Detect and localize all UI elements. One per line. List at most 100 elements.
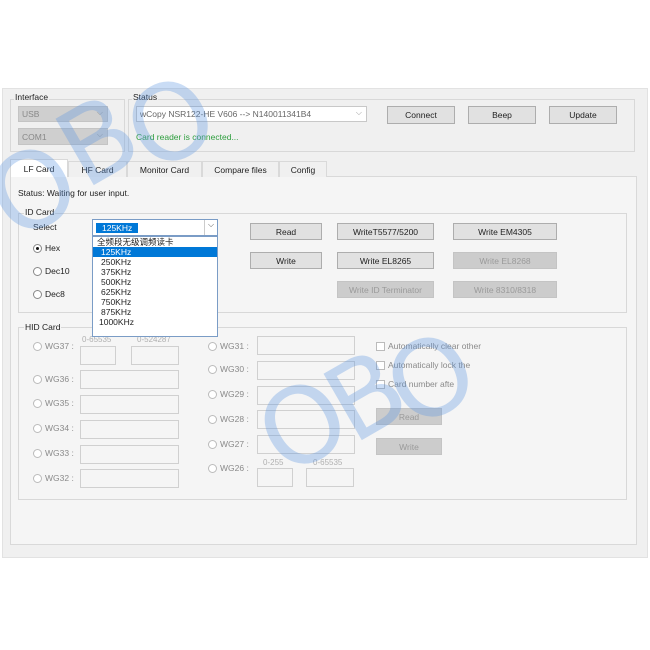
dec8-label: Dec8 <box>45 289 65 299</box>
hex-label: Hex <box>45 243 61 253</box>
card-number-after-checkbox[interactable]: Card number afte <box>376 379 454 389</box>
wg28-label: WG28 : <box>220 414 249 424</box>
wg30-field[interactable] <box>257 361 355 380</box>
wg33-field[interactable] <box>80 445 179 464</box>
hid-read-button[interactable]: Read <box>376 408 442 425</box>
chevron-down-icon: ⌵ <box>96 130 103 139</box>
wg35-field[interactable] <box>80 395 179 414</box>
wg33-radio[interactable]: WG33 : <box>33 448 74 458</box>
connection-status: Card reader is connected... <box>136 132 239 142</box>
auto-clear-label: Automatically clear other <box>388 341 482 351</box>
wg31-radio[interactable]: WG31 : <box>208 341 249 351</box>
write-8310-button[interactable]: Write 8310/8318 <box>453 281 557 298</box>
port-type-value: USB <box>22 109 40 119</box>
tab-lf-card[interactable]: LF Card <box>10 159 68 177</box>
auto-clear-checkbox[interactable]: Automatically clear other <box>376 341 481 351</box>
frequency-option[interactable]: 500KHz <box>93 277 217 287</box>
wg35-label: WG35 : <box>45 398 74 408</box>
device-value: wCopy NSR122-HE V606 --> N140011341B4 <box>140 109 312 119</box>
wg29-field[interactable] <box>257 386 355 405</box>
wg31-field[interactable] <box>257 336 355 355</box>
com-port-value: COM1 <box>22 131 47 142</box>
checkbox-icon <box>376 379 385 389</box>
dec10-label: Dec10 <box>45 266 70 276</box>
checkbox-icon <box>376 360 385 370</box>
write-el8268-button[interactable]: Write EL8268 <box>453 252 557 269</box>
wg32-radio[interactable]: WG32 : <box>33 473 74 483</box>
chevron-down-icon[interactable]: ⌵ <box>204 220 217 235</box>
wg28-field[interactable] <box>257 410 355 429</box>
wg26-radio[interactable]: WG26 : <box>208 463 249 473</box>
wg32-field[interactable] <box>80 469 179 488</box>
card-number-after-label: Card number afte <box>388 379 455 389</box>
wg27-field[interactable] <box>257 435 355 454</box>
wg34-label: WG34 : <box>45 423 74 433</box>
frequency-option[interactable]: 1000KHz <box>93 317 217 327</box>
radio-icon <box>33 341 42 351</box>
wg26-field-1[interactable] <box>257 468 293 487</box>
read-button[interactable]: Read <box>250 223 322 240</box>
wg29-radio[interactable]: WG29 : <box>208 389 249 399</box>
tab-compare-files[interactable]: Compare files <box>202 161 279 177</box>
frequency-select[interactable]: 125KHz ⌵ <box>92 219 218 236</box>
write-t5577-button[interactable]: WriteT5577/5200 <box>337 223 434 240</box>
panel-status-text: Status: Waiting for user input. <box>18 188 130 198</box>
wg30-radio[interactable]: WG30 : <box>208 364 249 374</box>
wg27-label: WG27 : <box>220 439 249 449</box>
select-label: Select <box>33 222 57 232</box>
chevron-down-icon: ⌵ <box>355 108 362 117</box>
wg29-label: WG29 : <box>220 389 249 399</box>
radio-icon <box>33 266 42 276</box>
wg36-field[interactable] <box>80 370 179 389</box>
tab-hf-card[interactable]: HF Card <box>68 161 127 177</box>
hid-write-button[interactable]: Write <box>376 438 442 455</box>
radio-icon <box>208 341 217 351</box>
wg26-label: WG26 : <box>220 463 249 473</box>
wg37-field-2[interactable] <box>131 346 179 365</box>
radio-icon <box>33 374 42 384</box>
auto-lock-checkbox[interactable]: Automatically lock the <box>376 360 470 370</box>
wg37-label: WG37 : <box>45 341 74 351</box>
radio-icon <box>33 473 42 483</box>
wg35-radio[interactable]: WG35 : <box>33 398 74 408</box>
wg33-label: WG33 : <box>45 448 74 458</box>
frequency-option[interactable]: 750KHz <box>93 297 217 307</box>
dec10-radio[interactable]: Dec10 <box>33 266 70 276</box>
frequency-option[interactable]: 全频段无级调频读卡 <box>93 237 217 247</box>
radio-icon <box>33 423 42 433</box>
wg27-radio[interactable]: WG27 : <box>208 439 249 449</box>
write-button[interactable]: Write <box>250 252 322 269</box>
frequency-option[interactable]: 375KHz <box>93 267 217 277</box>
port-type-select[interactable]: USB ⌵ <box>18 106 108 122</box>
wg26-hint-1: 0-255 <box>263 458 284 467</box>
frequency-option[interactable]: 875KHz <box>93 307 217 317</box>
wg37-field-1[interactable] <box>80 346 116 365</box>
beep-button[interactable]: Beep <box>468 106 536 124</box>
frequency-option[interactable]: 250KHz <box>93 257 217 267</box>
wg28-radio[interactable]: WG28 : <box>208 414 249 424</box>
write-id-terminator-button[interactable]: Write ID Terminator <box>337 281 434 298</box>
tab-config[interactable]: Config <box>279 161 327 177</box>
frequency-value: 125KHz <box>96 222 139 233</box>
wg34-radio[interactable]: WG34 : <box>33 423 74 433</box>
id-card-label: ID Card <box>24 207 56 217</box>
tab-monitor-card[interactable]: Monitor Card <box>127 161 202 177</box>
radio-icon <box>208 463 217 473</box>
wg36-radio[interactable]: WG36 : <box>33 374 74 384</box>
update-button[interactable]: Update <box>549 106 617 124</box>
wg26-field-2[interactable] <box>306 468 354 487</box>
radio-icon <box>33 398 42 408</box>
frequency-option[interactable]: 125KHz <box>93 247 217 257</box>
wg32-label: WG32 : <box>45 473 74 483</box>
wg34-field[interactable] <box>80 420 179 439</box>
frequency-option[interactable]: 625KHz <box>93 287 217 297</box>
hex-radio[interactable]: Hex <box>33 243 60 253</box>
write-el8265-button[interactable]: Write EL8265 <box>337 252 434 269</box>
dec8-radio[interactable]: Dec8 <box>33 289 65 299</box>
wg37-radio[interactable]: WG37 : <box>33 341 74 351</box>
chevron-down-icon: ⌵ <box>96 108 103 117</box>
write-em4305-button[interactable]: Write EM4305 <box>453 223 557 240</box>
com-port-select[interactable]: COM1 ⌵ <box>18 128 108 145</box>
device-select[interactable]: wCopy NSR122-HE V606 --> N140011341B4 ⌵ <box>136 106 367 122</box>
connect-button[interactable]: Connect <box>387 106 455 124</box>
